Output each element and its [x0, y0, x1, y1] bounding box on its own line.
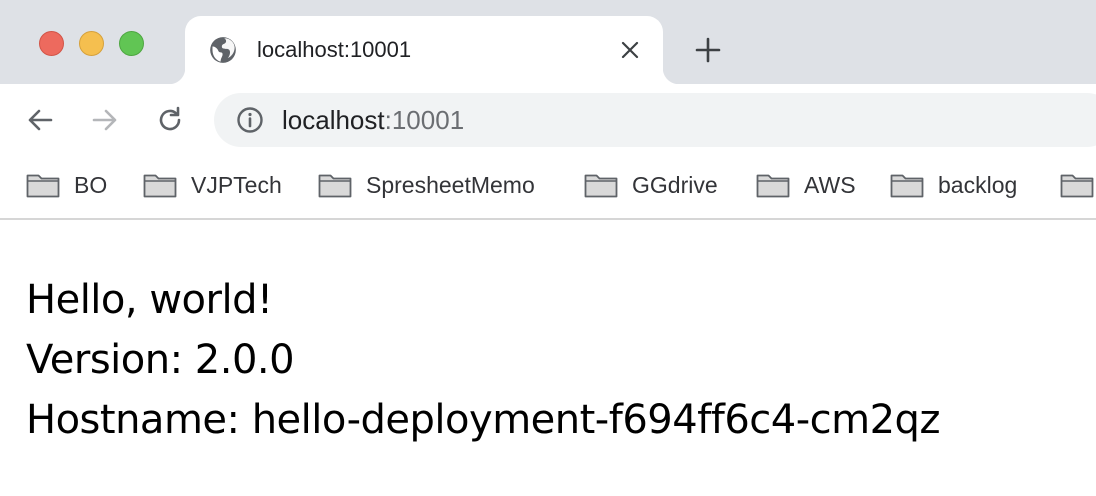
tab-active[interactable]: localhost:10001 — [169, 16, 679, 84]
folder-icon — [584, 174, 618, 198]
browser-toolbar: localhost:10001 — [0, 84, 1096, 156]
address-bar[interactable]: localhost:10001 — [214, 93, 1096, 147]
folder-icon — [143, 174, 177, 198]
folder-icon — [1060, 174, 1094, 198]
window-minimize-button[interactable] — [79, 31, 104, 56]
url-text[interactable]: localhost:10001 — [282, 105, 464, 135]
window-close-button[interactable] — [39, 31, 64, 56]
new-tab-plus-icon[interactable] — [694, 36, 722, 64]
tab-strip: localhost:10001 — [0, 0, 1096, 84]
page-content: Hello, world! Version: 2.0.0 Hostname: h… — [26, 270, 940, 450]
back-arrow-icon[interactable] — [24, 104, 56, 136]
bookmark-label: SpresheetMemo — [366, 172, 535, 198]
folder-icon — [756, 174, 790, 198]
version-text: Version: 2.0.0 — [26, 337, 295, 383]
bookmarks-bar: BO VJPTech SpresheetMemo GGdrive AWS bac… — [0, 156, 1096, 220]
reload-icon[interactable] — [154, 104, 186, 136]
url-port: :10001 — [384, 105, 465, 135]
bookmark-label: backlog — [938, 172, 1018, 198]
greeting-text: Hello, world! — [26, 277, 273, 323]
hostname-text: Hostname: hello-deployment-f694ff6c4-cm2… — [26, 397, 940, 443]
bookmark-label: GGdrive — [632, 172, 718, 198]
window-zoom-button[interactable] — [119, 31, 144, 56]
forward-arrow-icon[interactable] — [89, 104, 121, 136]
url-host: localhost — [282, 105, 385, 135]
folder-icon — [890, 174, 924, 198]
site-info-icon[interactable] — [236, 106, 264, 134]
tab-title: localhost:10001 — [257, 37, 412, 62]
folder-icon — [318, 174, 352, 198]
bookmark-label: BO — [74, 172, 108, 198]
bookmark-label: VJPTech — [191, 172, 282, 198]
close-icon[interactable] — [618, 38, 642, 62]
folder-icon — [26, 174, 60, 198]
globe-icon — [210, 37, 236, 63]
bookmark-label: AWS — [804, 172, 856, 198]
